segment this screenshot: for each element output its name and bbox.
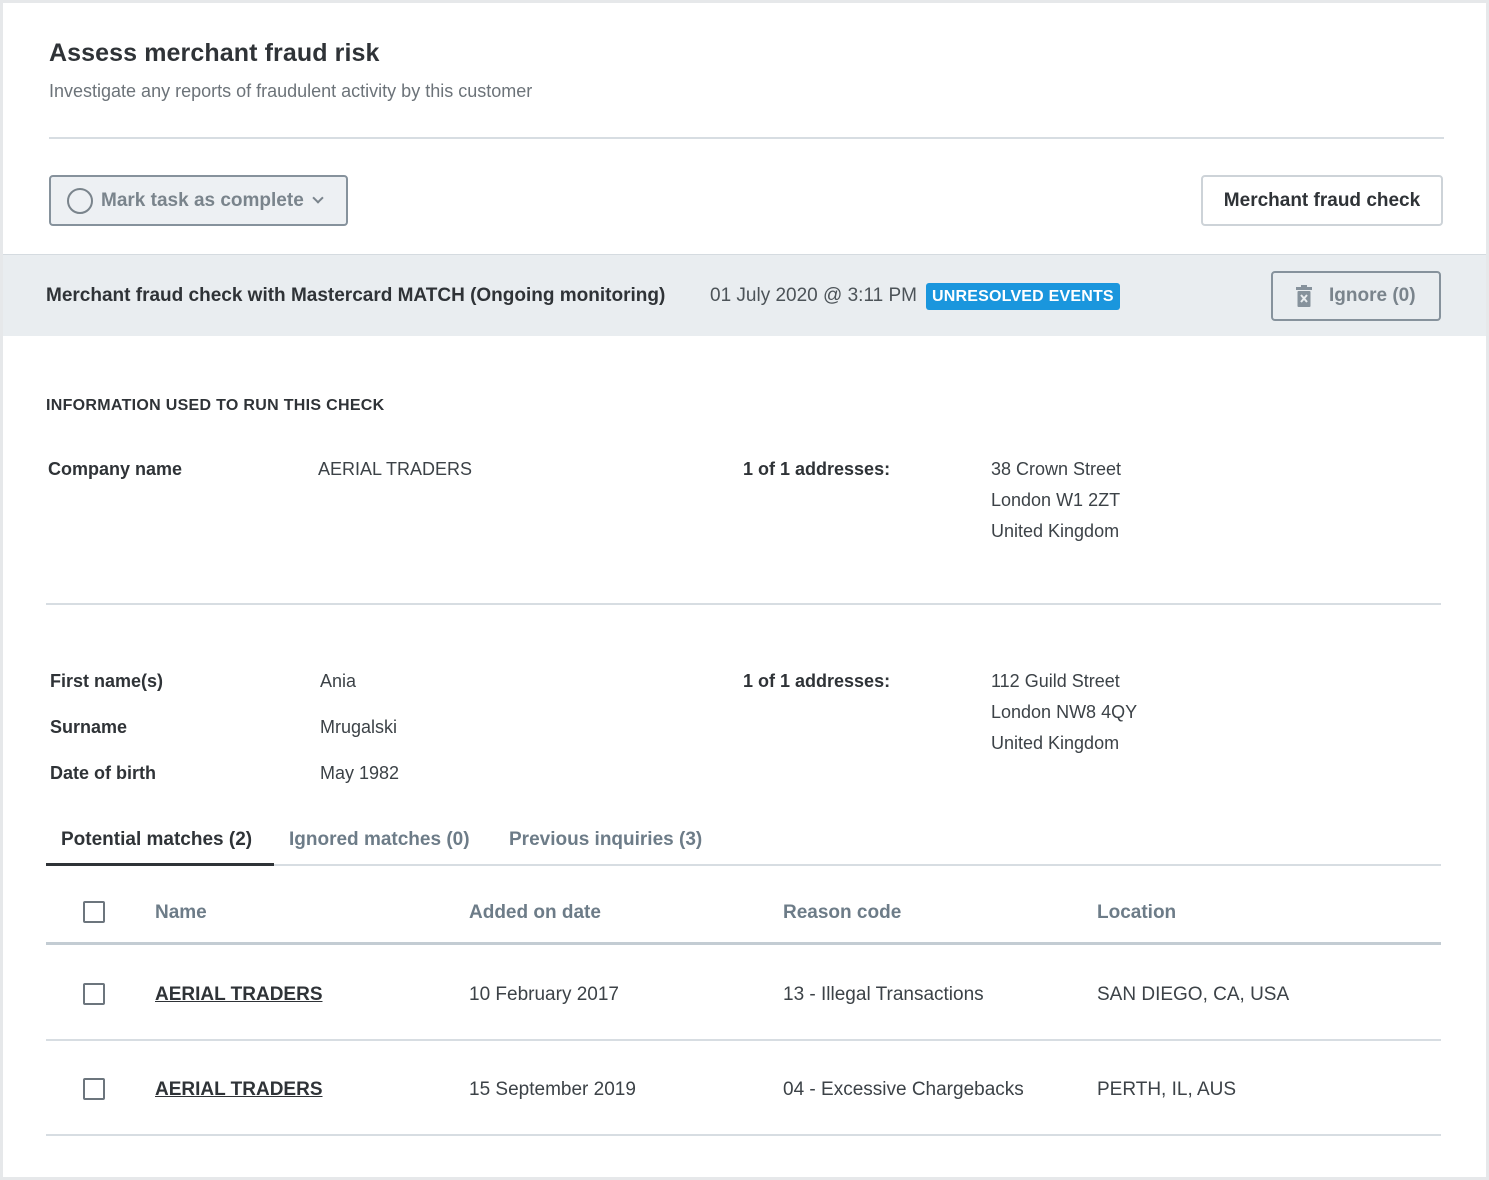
tab-ignored-matches[interactable]: Ignored matches (0)	[289, 822, 470, 866]
address-line: London W1 2ZT	[991, 490, 1121, 510]
column-header-location[interactable]: Location	[1097, 902, 1176, 924]
reason-code: 13 - Illegal Transactions	[783, 984, 984, 1005]
address-line: United Kingdom	[991, 733, 1120, 753]
circle-icon	[67, 187, 93, 214]
merchant-fraud-check-label: Merchant fraud check	[1223, 189, 1421, 211]
mark-task-complete-button[interactable]: Mark task as complete	[49, 175, 348, 226]
address-line: 38 Crown Street	[991, 459, 1122, 479]
check-title: Merchant fraud check with Mastercard MAT…	[46, 285, 666, 306]
page-subtitle: Investigate any reports of fraudulent ac…	[49, 81, 533, 101]
dob-value: May 1982	[320, 763, 400, 783]
chevron-down-icon	[312, 191, 324, 204]
column-header-added[interactable]: Added on date	[469, 902, 601, 924]
row-checkbox[interactable]	[83, 1078, 105, 1100]
header-divider	[49, 137, 1444, 139]
trash-icon	[1296, 285, 1312, 307]
match-name-link[interactable]: AERIAL TRADERS	[155, 1079, 323, 1101]
table-row: AERIAL TRADERS 10 February 2017 13 - Ill…	[46, 946, 1441, 1041]
location: SAN DIEGO, CA, USA	[1097, 984, 1290, 1005]
address-line: London NW8 4QY	[991, 702, 1138, 722]
check-summary-bar: Merchant fraud check with Mastercard MAT…	[3, 254, 1486, 336]
person-address-label: 1 of 1 addresses:	[743, 671, 891, 691]
address-line: United Kingdom	[991, 521, 1120, 541]
added-date: 15 September 2019	[469, 1079, 636, 1100]
surname-value: Mrugalski	[320, 717, 398, 737]
company-address: 38 Crown Street London W1 2ZT United Kin…	[991, 454, 1121, 547]
mark-task-complete-label: Mark task as complete	[101, 189, 304, 211]
column-header-reason[interactable]: Reason code	[783, 902, 901, 924]
ignore-label: Ignore (0)	[1329, 285, 1416, 306]
page-header: Assess merchant fraud risk Investigate a…	[49, 39, 532, 102]
added-date: 10 February 2017	[469, 984, 619, 1005]
surname-label: Surname	[50, 717, 128, 737]
match-name-link[interactable]: AERIAL TRADERS	[155, 984, 323, 1006]
merchant-fraud-check-button[interactable]: Merchant fraud check	[1201, 175, 1443, 226]
table-row: AERIAL TRADERS 15 September 2019 04 - Ex…	[46, 1041, 1441, 1136]
check-date: 01 July 2020 @ 3:11 PM	[710, 285, 917, 306]
tab-previous-inquiries[interactable]: Previous inquiries (3)	[509, 822, 702, 866]
column-header-name[interactable]: Name	[155, 902, 207, 924]
section-heading: INFORMATION USED TO RUN THIS CHECK	[46, 397, 385, 414]
person-address: 112 Guild Street London NW8 4QY United K…	[991, 666, 1137, 759]
tab-potential-matches[interactable]: Potential matches (2)	[46, 822, 274, 866]
company-name-label: Company name	[48, 459, 183, 479]
row-checkbox[interactable]	[83, 983, 105, 1005]
select-all-checkbox[interactable]	[83, 901, 105, 923]
first-name-label: First name(s)	[50, 671, 164, 691]
company-address-label: 1 of 1 addresses:	[743, 459, 891, 479]
dob-label: Date of birth	[50, 763, 156, 783]
page-title: Assess merchant fraud risk	[49, 39, 380, 67]
location: PERTH, IL, AUS	[1097, 1079, 1237, 1100]
first-name-value: Ania	[320, 671, 357, 691]
address-line: 112 Guild Street	[991, 671, 1120, 691]
table-header: Name Added on date Reason code Location	[46, 882, 1441, 945]
company-name-value: AERIAL TRADERS	[318, 459, 473, 479]
reason-code: 04 - Excessive Chargebacks	[783, 1079, 1024, 1100]
section-divider	[46, 603, 1441, 605]
ignore-button[interactable]: Ignore (0)	[1271, 271, 1441, 321]
match-tabs: Potential matches (2) Ignored matches (0…	[46, 822, 1441, 866]
status-badge: UNRESOLVED EVENTS	[926, 283, 1120, 310]
